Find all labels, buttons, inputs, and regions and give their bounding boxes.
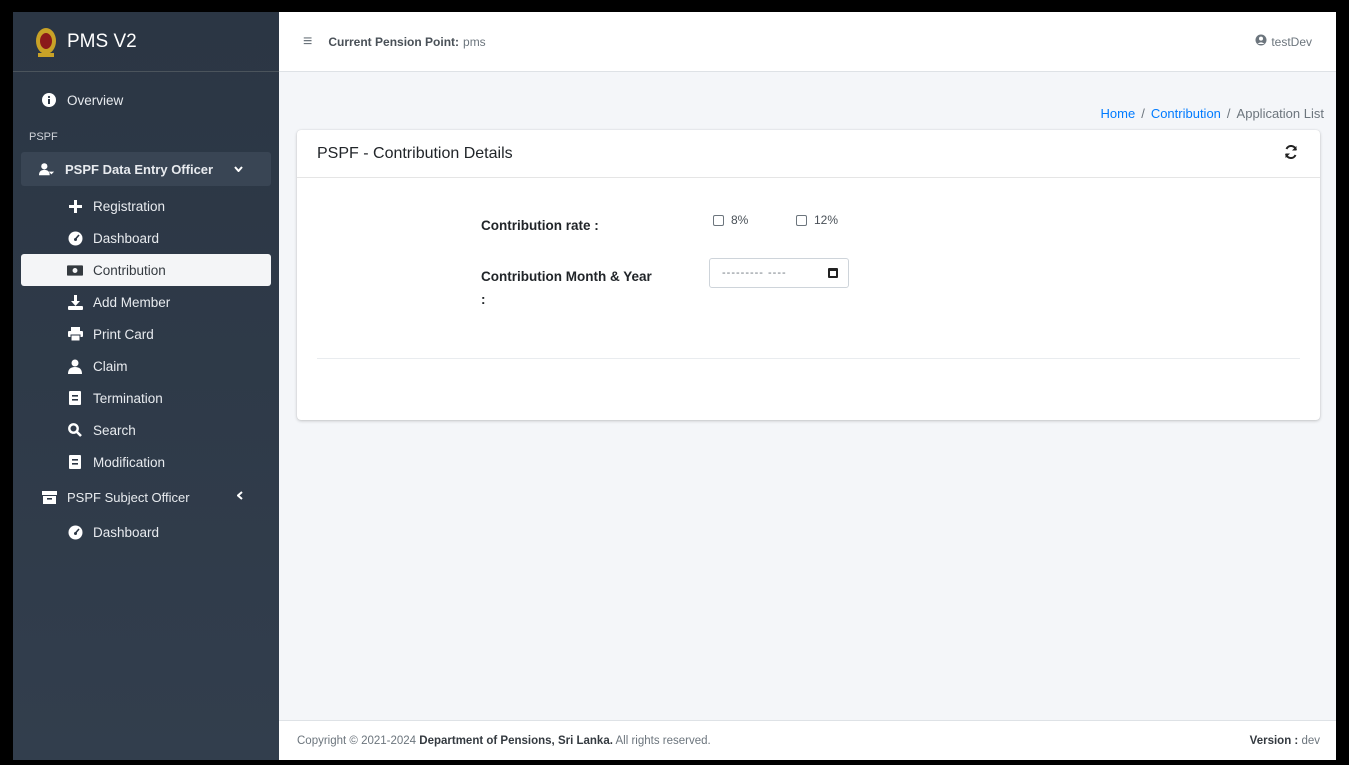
sidebar-item-label: Print Card <box>93 326 154 342</box>
sidebar-item-print-card[interactable]: Print Card <box>21 318 271 350</box>
tachometer-icon <box>67 524 83 540</box>
card-header: PSPF - Contribution Details <box>297 130 1320 178</box>
chevron-left-icon <box>236 491 243 503</box>
contribution-month-label: Contribution Month & Year <box>481 269 652 284</box>
file-icon <box>67 454 83 470</box>
sidebar-item-label: Contribution <box>93 262 166 278</box>
footer: Copyright © 2021-2024 Department of Pens… <box>279 720 1336 760</box>
sidebar-item-dashboard[interactable]: Dashboard <box>21 222 271 254</box>
sidebar-group-subject-officer[interactable]: PSPF Subject Officer <box>21 478 271 516</box>
sidebar-item-label: Search <box>93 422 136 438</box>
breadcrumb: Home / Contribution / Application List <box>1100 106 1325 121</box>
pension-point-label: Current Pension Point: <box>328 34 460 49</box>
version-info: Version : dev <box>1250 735 1320 747</box>
rate-8-label: 8% <box>731 213 749 227</box>
top-navbar: ≡ Current Pension Point: pms testDev <box>279 12 1336 72</box>
month-input-placeholder: --------- ---- <box>722 267 787 279</box>
rate-12-checkbox[interactable]: 12% <box>796 213 838 227</box>
user-menu[interactable]: testDev <box>1255 34 1312 49</box>
user-shield-icon <box>67 358 83 374</box>
money-bill-icon <box>67 262 83 278</box>
sidebar-item-label: Claim <box>93 358 128 374</box>
info-circle-icon <box>41 92 57 108</box>
sidebar-item-contribution[interactable]: Contribution <box>21 254 271 286</box>
users-icon <box>39 161 55 177</box>
sidebar-item-label: Dashboard <box>93 524 160 540</box>
breadcrumb-home[interactable]: Home <box>1101 106 1136 121</box>
card-title: PSPF - Contribution Details <box>317 144 513 162</box>
card-divider <box>317 358 1300 359</box>
breadcrumb-current: Application List <box>1236 106 1324 121</box>
sidebar-item-termination[interactable]: Termination <box>21 382 271 414</box>
sidebar-group-data-entry-officer[interactable]: PSPF Data Entry Officer <box>21 152 271 186</box>
calendar-icon[interactable] <box>828 268 838 278</box>
pension-point-value: pms <box>463 34 486 49</box>
plus-icon <box>67 198 83 214</box>
app-window: PMS V2 Overview PSPF PSPF Data Entry Off… <box>13 12 1336 760</box>
emblem-logo <box>36 27 56 57</box>
sidebar-item-label: Dashboard <box>93 230 160 246</box>
sidebar-item-registration[interactable]: Registration <box>21 190 271 222</box>
version-label: Version : <box>1249 734 1299 747</box>
sidebar-item-label: Modification <box>93 454 166 470</box>
brand-title: PMS V2 <box>67 30 137 52</box>
download-icon <box>67 294 83 310</box>
sidebar: PMS V2 Overview PSPF PSPF Data Entry Off… <box>13 12 279 760</box>
contribution-month-input[interactable]: --------- ---- <box>709 258 849 288</box>
sidebar-nav: Overview PSPF PSPF Data Entry Officer Re… <box>13 72 279 548</box>
print-icon <box>67 326 83 342</box>
contribution-rate-label: Contribution rate : <box>481 218 599 233</box>
checkbox-box[interactable] <box>796 214 807 226</box>
chevron-down-icon <box>234 164 243 175</box>
sidebar-item-modification[interactable]: Modification <box>21 446 271 478</box>
copyright-suffix: All rights reserved. <box>615 734 711 747</box>
rate-12-label: 12% <box>814 213 839 227</box>
tachometer-icon <box>67 230 83 246</box>
archive-icon <box>41 489 57 505</box>
sidebar-item-search[interactable]: Search <box>21 414 271 446</box>
sidebar-item-add-member[interactable]: Add Member <box>21 286 271 318</box>
sidebar-group-label: PSPF Data Entry Officer <box>65 161 214 177</box>
rate-8-checkbox[interactable]: 8% <box>713 213 748 227</box>
sidebar-item-label: Add Member <box>93 294 171 310</box>
sidebar-group-label: PSPF Subject Officer <box>67 489 190 505</box>
sidebar-item-label: Termination <box>93 390 163 406</box>
sidebar-item-claim[interactable]: Claim <box>21 350 271 382</box>
hamburger-menu-icon[interactable]: ≡ <box>303 33 312 51</box>
checkbox-box[interactable] <box>713 214 724 226</box>
contribution-card: PSPF - Contribution Details Contribution… <box>297 130 1320 420</box>
user-name: testDev <box>1271 34 1312 49</box>
contribution-month-label-colon: : <box>481 292 486 307</box>
user-circle-icon <box>1255 34 1267 49</box>
file-icon <box>67 390 83 406</box>
search-icon <box>67 422 83 438</box>
copyright-text: Copyright © 2021-2024 Department of Pens… <box>297 735 711 747</box>
sidebar-item-dashboard-subject[interactable]: Dashboard <box>21 516 271 548</box>
version-value: dev <box>1301 734 1320 747</box>
sidebar-item-overview[interactable]: Overview <box>21 84 271 116</box>
refresh-icon[interactable] <box>1284 144 1300 161</box>
sidebar-section-header: PSPF <box>29 131 58 143</box>
brand[interactable]: PMS V2 <box>13 12 279 72</box>
copyright-org: Department of Pensions, Sri Lanka. <box>419 734 613 747</box>
copyright-prefix: Copyright © 2021-2024 <box>297 734 417 747</box>
sidebar-item-label: Overview <box>67 92 124 108</box>
sidebar-item-label: Registration <box>93 198 166 214</box>
breadcrumb-contribution[interactable]: Contribution <box>1151 106 1221 121</box>
